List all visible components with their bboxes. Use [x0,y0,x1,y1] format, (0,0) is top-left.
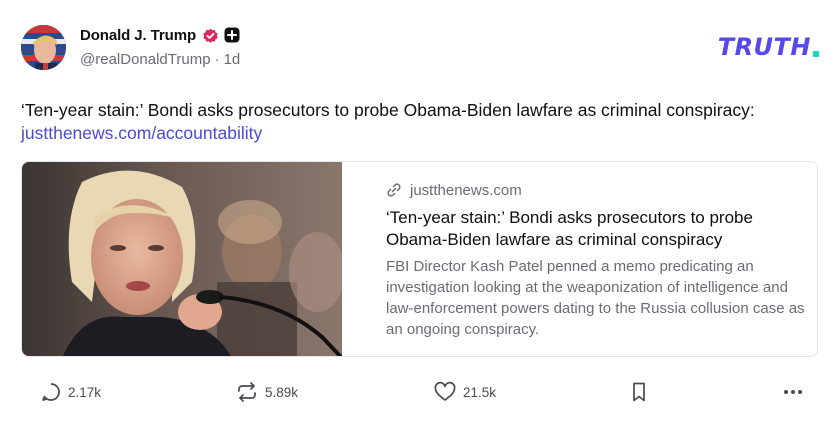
reply-count: 2.17k [68,384,102,400]
retruth-button[interactable]: 5.89k [235,378,298,406]
link-preview-title: ‘Ten-year stain:’ Bondi asks prosecutors… [386,208,753,249]
link-icon [387,183,401,197]
link-preview-body: justthenews.com ‘Ten-year stain:’ Bondi … [342,162,817,356]
like-count: 21.5k [463,384,497,400]
author-handle[interactable]: @realDonaldTrump [80,51,211,68]
retruth-icon [238,382,256,402]
post-link[interactable]: justthenews.com/accountability [21,122,821,145]
truth-logo-text: TRUTH [717,33,811,61]
post-timestamp[interactable]: 1d [224,51,241,68]
verified-badge-icon [203,28,218,43]
action-bar: 2.17k 5.89k 21.5k [21,378,806,406]
link-preview-description: FBI Director Kash Patel penned a memo pr… [386,258,805,338]
like-button[interactable]: 21.5k [433,378,496,406]
link-preview-domain: justthenews.com [410,181,522,199]
plus-badge-icon [224,27,240,43]
author-meta-row: @realDonaldTrump · 1d [80,51,240,68]
reply-icon [42,383,60,401]
more-icon [784,390,802,394]
post-body: ‘Ten-year stain:’ Bondi asks prosecutors… [21,99,821,145]
bookmark-icon [633,382,645,402]
more-options-button[interactable] [781,378,805,406]
link-preview-image [22,162,345,356]
bookmark-button[interactable] [630,378,648,406]
truth-logo: TRUTH [717,33,819,61]
link-preview-domain-row: justthenews.com [386,180,806,200]
reply-button[interactable]: 2.17k [40,378,101,406]
link-preview-card[interactable]: justthenews.com ‘Ten-year stain:’ Bondi … [21,161,818,357]
meta-separator: · [214,51,220,68]
news-photo [22,162,345,356]
post: Donald J. Trump @realDonaldTrump · 1d TR… [0,0,840,431]
avatar-image [21,25,66,70]
author-name-row: Donald J. Trump [80,24,240,46]
author-display-name[interactable]: Donald J. Trump [80,27,196,44]
heart-icon [434,381,456,401]
post-text: ‘Ten-year stain:’ Bondi asks prosecutors… [21,100,755,120]
avatar[interactable] [21,25,66,70]
truth-logo-dot [813,51,819,57]
retruth-count: 5.89k [265,384,299,400]
